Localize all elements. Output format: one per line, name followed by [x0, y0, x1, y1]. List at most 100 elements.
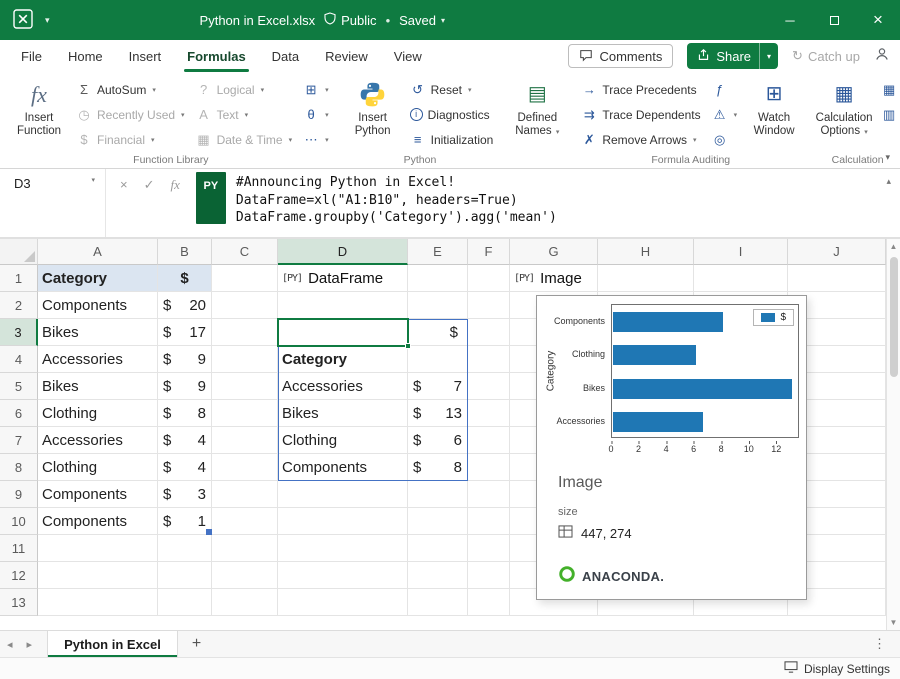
- catch-up-button[interactable]: ↻ Catch up: [792, 48, 860, 64]
- row-header-3[interactable]: 3: [0, 319, 38, 346]
- cell-B6[interactable]: $8: [158, 400, 212, 427]
- fill-handle[interactable]: [405, 343, 411, 349]
- row-header-6[interactable]: 6: [0, 400, 38, 427]
- cell-F13[interactable]: [468, 589, 510, 616]
- cell-D2[interactable]: [278, 292, 408, 319]
- ribbon-show-formulas-button[interactable]: ƒ: [709, 78, 741, 101]
- cell-D11[interactable]: [278, 535, 408, 562]
- cell-C5[interactable]: [212, 373, 278, 400]
- column-header-A[interactable]: A: [38, 239, 158, 265]
- cell-E1[interactable]: [408, 265, 468, 292]
- cell-F10[interactable]: [468, 508, 510, 535]
- ribbon-remove-arrows-button[interactable]: ✗Remove Arrows▾: [578, 128, 703, 151]
- menu-tab-home[interactable]: Home: [55, 40, 116, 72]
- menu-tab-review[interactable]: Review: [312, 40, 381, 72]
- cell-E5[interactable]: $7: [408, 373, 468, 400]
- ribbon-trace-dependents-button[interactable]: ⇉Trace Dependents: [578, 103, 703, 126]
- ribbon-recently-used-button[interactable]: ◷Recently Used▾: [73, 103, 188, 126]
- cell-E6[interactable]: $13: [408, 400, 468, 427]
- cell-B11[interactable]: [158, 535, 212, 562]
- calculation-options-button[interactable]: ▦ Calculation Options ▾: [815, 76, 873, 139]
- ribbon-error-checking-button[interactable]: ⚠▾: [709, 103, 741, 126]
- cell-A8[interactable]: Clothing: [38, 454, 158, 481]
- ribbon-more-functions-button[interactable]: ⋯▾: [300, 128, 332, 151]
- cell-A2[interactable]: Components: [38, 292, 158, 319]
- row-header-4[interactable]: 4: [0, 346, 38, 373]
- cell-C3[interactable]: [212, 319, 278, 346]
- ribbon-financial-button[interactable]: $Financial▾: [73, 128, 188, 151]
- cell-C11[interactable]: [212, 535, 278, 562]
- cell-C2[interactable]: [212, 292, 278, 319]
- cell-A3[interactable]: Bikes: [38, 319, 158, 346]
- scroll-down-icon[interactable]: ▼: [890, 614, 898, 630]
- ribbon-text-button[interactable]: AText▾: [193, 103, 296, 126]
- menu-tab-data[interactable]: Data: [259, 40, 312, 72]
- select-all-corner[interactable]: [0, 239, 38, 265]
- cell-A6[interactable]: Clothing: [38, 400, 158, 427]
- display-settings-button[interactable]: Display Settings: [804, 662, 890, 676]
- cell-A9[interactable]: Components: [38, 481, 158, 508]
- person-icon[interactable]: [874, 46, 890, 67]
- cell-D13[interactable]: [278, 589, 408, 616]
- menu-tab-insert[interactable]: Insert: [116, 40, 175, 72]
- row-header-5[interactable]: 5: [0, 373, 38, 400]
- collapse-ribbon-icon[interactable]: ▾: [885, 152, 890, 163]
- cell-E13[interactable]: [408, 589, 468, 616]
- cell-B9[interactable]: $3: [158, 481, 212, 508]
- cell-A7[interactable]: Accessories: [38, 427, 158, 454]
- ribbon-initialization-button[interactable]: ≡Initialization: [407, 128, 497, 151]
- enter-button[interactable]: ✓: [144, 177, 155, 193]
- row-header-7[interactable]: 7: [0, 427, 38, 454]
- cell-B5[interactable]: $9: [158, 373, 212, 400]
- cell-D10[interactable]: [278, 508, 408, 535]
- cell-B8[interactable]: $4: [158, 454, 212, 481]
- cell-A1[interactable]: Category: [38, 265, 158, 292]
- menu-tab-file[interactable]: File: [8, 40, 55, 72]
- cell-F11[interactable]: [468, 535, 510, 562]
- cell-C6[interactable]: [212, 400, 278, 427]
- column-header-D[interactable]: D: [278, 239, 408, 265]
- menu-tab-formulas[interactable]: Formulas: [174, 40, 259, 72]
- row-header-11[interactable]: 11: [0, 535, 38, 562]
- ribbon-evaluate-formula-button[interactable]: ◎: [709, 128, 741, 151]
- comments-button[interactable]: Comments: [568, 44, 673, 68]
- cell-B10[interactable]: $1: [158, 508, 212, 535]
- cell-C1[interactable]: [212, 265, 278, 292]
- maximize-button[interactable]: [812, 0, 856, 40]
- cell-F9[interactable]: [468, 481, 510, 508]
- cell-F1[interactable]: [468, 265, 510, 292]
- column-header-G[interactable]: G: [510, 239, 598, 265]
- column-header-E[interactable]: E: [408, 239, 468, 265]
- share-button[interactable]: Share ▾: [687, 43, 778, 69]
- excel-app-icon[interactable]: [13, 9, 33, 32]
- cell-H1[interactable]: [598, 265, 694, 292]
- share-dropdown-caret[interactable]: ▾: [759, 43, 778, 69]
- sensitivity-label[interactable]: Public: [324, 12, 376, 28]
- cell-A12[interactable]: [38, 562, 158, 589]
- ribbon-autosum-button[interactable]: ΣAutoSum▾: [73, 78, 188, 101]
- column-header-B[interactable]: B: [158, 239, 212, 265]
- sheet-more-icon[interactable]: ⋮: [873, 636, 900, 652]
- cell-G1[interactable]: [PY]Image: [510, 265, 598, 292]
- cell-A13[interactable]: [38, 589, 158, 616]
- cell-B2[interactable]: $20: [158, 292, 212, 319]
- ribbon-reset-button[interactable]: ↺Reset▾: [407, 78, 497, 101]
- ribbon-logical-button[interactable]: ?Logical▾: [193, 78, 296, 101]
- cell-E9[interactable]: [408, 481, 468, 508]
- add-sheet-button[interactable]: +: [178, 635, 215, 653]
- insert-function-button[interactable]: fx Insert Function: [10, 76, 68, 138]
- sheet-tab[interactable]: Python in Excel: [47, 631, 178, 657]
- vertical-scrollbar[interactable]: ▲ ▼: [886, 239, 900, 630]
- cell-B4[interactable]: $9: [158, 346, 212, 373]
- sheet-nav-right-icon[interactable]: ▸: [20, 638, 40, 651]
- scroll-up-icon[interactable]: ▲: [890, 239, 898, 253]
- row-header-10[interactable]: 10: [0, 508, 38, 535]
- column-header-H[interactable]: H: [598, 239, 694, 265]
- name-box[interactable]: D3 ▾: [0, 169, 106, 237]
- cell-D5[interactable]: Accessories: [278, 373, 408, 400]
- cell-D1[interactable]: [PY]DataFrame: [278, 265, 408, 292]
- cell-C13[interactable]: [212, 589, 278, 616]
- cell-D8[interactable]: Components: [278, 454, 408, 481]
- column-header-C[interactable]: C: [212, 239, 278, 265]
- cell-F2[interactable]: [468, 292, 510, 319]
